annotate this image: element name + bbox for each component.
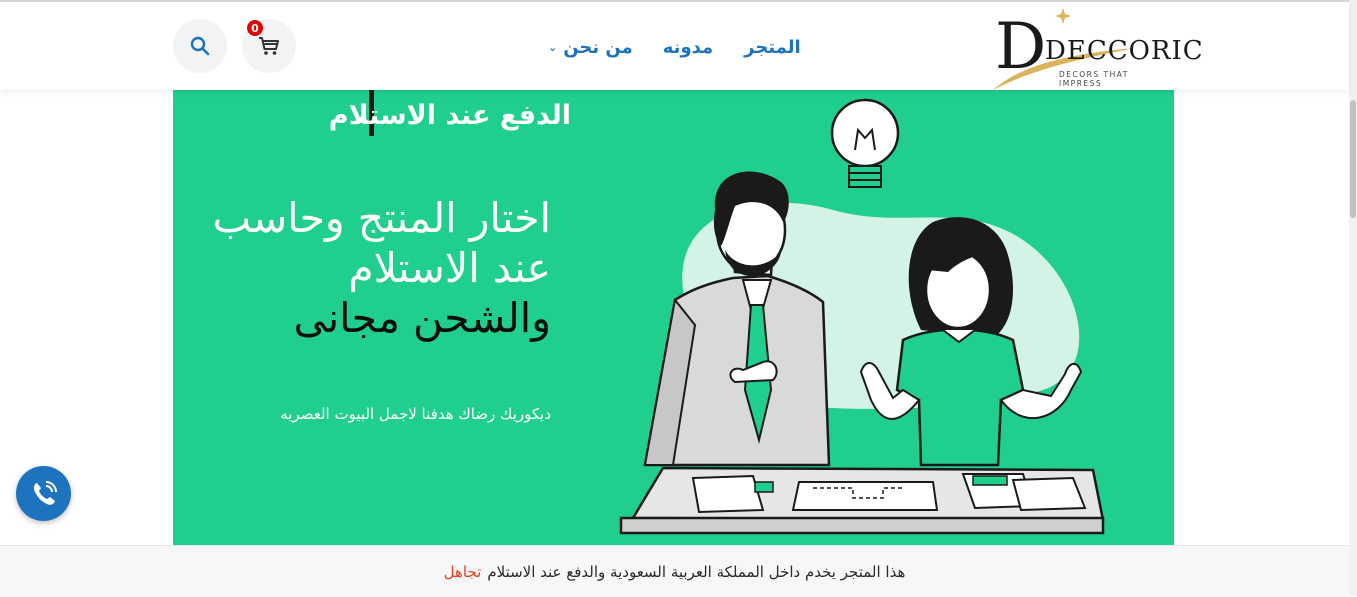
nav-about-label: من نحن: [563, 36, 633, 58]
search-icon: [190, 36, 210, 56]
cart-count-badge: 0: [247, 20, 263, 36]
logo-tagline: DECORS THAT IMPRESS: [1059, 70, 1129, 88]
hero-heading-main: اختار المنتج وحاسب عند الاستلام: [212, 194, 551, 292]
lightbulb-icon: [830, 98, 900, 188]
hero-kicker: الدفع عند الاستلام: [328, 100, 571, 131]
site-logo[interactable]: D DECCORIC DECORS THAT IMPRESS: [985, 6, 1203, 90]
hero-heading: اختار المنتج وحاسب عند الاستلام والشحن م…: [173, 193, 551, 343]
search-button[interactable]: [173, 19, 227, 73]
nav-blog[interactable]: مدونه: [663, 37, 713, 58]
cart-icon: [259, 37, 279, 55]
call-us-button[interactable]: [16, 466, 71, 521]
people-illustration: [619, 98, 1105, 535]
nav-store[interactable]: المتجر: [744, 37, 801, 58]
hero-banner: الدفع عند الاستلام اختار المنتج وحاسب عن…: [173, 90, 1174, 545]
store-notice-dismiss-link[interactable]: تجاهل: [444, 563, 482, 581]
scrollbar-thumb[interactable]: [1350, 100, 1356, 218]
chevron-down-icon: ⌄: [548, 40, 558, 54]
page-scrollbar[interactable]: [1349, 0, 1357, 596]
phone-call-icon: [33, 480, 57, 505]
site-header: 0 ⌄ من نحن مدونه المتجر D DECCORIC DECOR…: [0, 2, 1349, 90]
svg-text:D: D: [995, 10, 1046, 84]
logo-wordmark: DECCORIC: [1045, 36, 1204, 66]
store-notice-bar: هذا المتجر يخدم داخل المملكة العربية الس…: [0, 545, 1349, 597]
store-notice-text: هذا المتجر يخدم داخل المملكة العربية الس…: [487, 562, 906, 581]
hero-heading-emphasis: والشحن مجانى: [293, 294, 551, 342]
nav-about-us[interactable]: ⌄ من نحن: [548, 37, 633, 58]
workbench-table: [619, 466, 1105, 535]
hero-subtext: ديكوريك رضاك هدفنا لاجمل البيوت العصريه: [280, 405, 551, 423]
main-navigation: ⌄ من نحن مدونه المتجر: [548, 32, 801, 62]
